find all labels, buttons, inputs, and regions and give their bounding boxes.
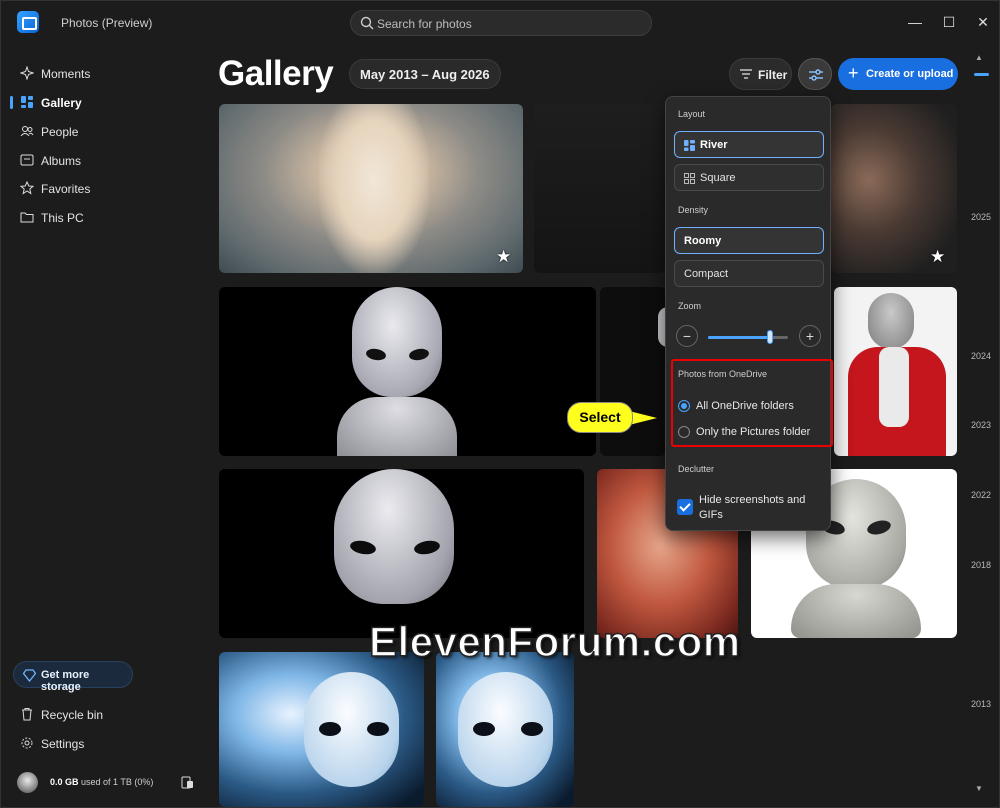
sidebar-item-label: Albums <box>41 154 82 168</box>
density-compact-option[interactable]: Compact <box>674 260 824 287</box>
timeline-year[interactable]: 2018 <box>971 560 991 570</box>
zoom-slider-thumb[interactable] <box>767 330 774 344</box>
usage-amount: 0.0 GB <box>50 777 79 787</box>
get-more-storage-button[interactable]: Get more storage <box>13 661 133 693</box>
maximize-button[interactable]: ☐ <box>939 12 959 32</box>
select-callout: Select <box>567 402 633 433</box>
minimize-button[interactable]: — <box>905 12 925 32</box>
trash-icon <box>22 708 32 721</box>
sidebar-item-label: Gallery <box>41 96 82 110</box>
search-box[interactable]: Search for photos <box>350 10 652 36</box>
option-label: Square <box>700 172 736 184</box>
timeline-down-icon[interactable]: ▼ <box>975 784 983 793</box>
sidebar-item-this-pc[interactable]: This PC <box>11 204 201 230</box>
gallery-icon <box>21 96 33 108</box>
layout-heading: Layout <box>678 109 706 119</box>
sidebar-item-gallery[interactable]: Gallery <box>10 89 201 115</box>
create-or-upload-button[interactable]: + Create or upload <box>838 58 958 90</box>
option-label: River <box>700 139 728 151</box>
sidebar-item-favorites[interactable]: Favorites <box>11 175 201 201</box>
density-heading: Density <box>678 205 709 215</box>
search-placeholder: Search for photos <box>377 17 472 31</box>
radio-label[interactable]: Only the Pictures folder <box>696 426 810 438</box>
usage-rest: used of 1 TB (0%) <box>78 777 154 787</box>
filter-label: Filter <box>758 68 788 82</box>
photo-tile[interactable] <box>219 469 584 638</box>
diamond-icon <box>23 669 36 682</box>
filter-icon <box>740 69 752 79</box>
sliders-icon <box>809 69 823 81</box>
folder-icon <box>20 212 34 223</box>
timeline-year[interactable]: 2013 <box>971 699 991 709</box>
timeline-year[interactable]: 2022 <box>971 490 991 500</box>
zoom-in-button[interactable]: + <box>799 325 821 347</box>
photo-tile[interactable] <box>436 652 574 807</box>
zoom-out-button[interactable]: − <box>676 325 698 347</box>
favorite-star-icon[interactable]: ★ <box>930 247 945 267</box>
layout-river-option[interactable]: River <box>674 131 824 158</box>
plus-icon: + <box>848 63 859 83</box>
photos-window: Photos (Preview) Search for photos — ☐ ✕… <box>0 0 1000 808</box>
sidebar-item-label: Favorites <box>41 182 91 196</box>
timeline-position-indicator[interactable] <box>974 73 989 76</box>
hide-screenshots-checkbox[interactable] <box>677 499 693 515</box>
close-button[interactable]: ✕ <box>973 12 993 32</box>
option-label: Roomy <box>684 235 722 247</box>
star-icon <box>20 181 34 195</box>
layout-square-option[interactable]: Square <box>674 164 824 191</box>
storage-button-label: Get more storage <box>41 669 90 693</box>
onedrive-status-icon[interactable] <box>181 776 194 789</box>
declutter-heading: Declutter <box>678 464 715 474</box>
checkbox-label[interactable]: Hide screenshots and GIFs <box>699 493 819 523</box>
square-layout-icon <box>684 173 695 184</box>
people-icon <box>20 126 34 137</box>
photo-tile[interactable] <box>534 104 665 273</box>
radio-only-pictures-folder[interactable] <box>678 426 690 438</box>
photo-tile[interactable] <box>834 287 957 456</box>
storage-usage: 0.0 GB used of 1 TB (0%) <box>50 777 153 787</box>
sidebar-item-people[interactable]: People <box>11 118 201 144</box>
photo-tile[interactable]: ★ <box>219 104 523 273</box>
zoom-heading: Zoom <box>678 301 702 311</box>
moments-icon <box>20 66 34 80</box>
photos-app-icon <box>17 11 39 33</box>
river-layout-icon <box>684 140 695 151</box>
timeline-year[interactable]: 2024 <box>971 351 991 361</box>
gear-icon <box>21 737 33 749</box>
page-title: Gallery <box>218 54 334 93</box>
callout-pointer <box>629 411 657 425</box>
zoom-slider-fill <box>708 336 771 339</box>
sidebar-item-moments[interactable]: Moments <box>11 60 201 86</box>
sidebar-item-settings[interactable]: Settings <box>11 730 201 756</box>
create-label: Create or upload <box>866 68 954 80</box>
photo-tile[interactable] <box>219 652 424 807</box>
radio-label[interactable]: All OneDrive folders <box>696 400 794 412</box>
zoom-slider[interactable] <box>708 330 788 344</box>
timeline-year[interactable]: 2025 <box>971 212 991 222</box>
timeline-up-icon[interactable]: ▲ <box>975 53 983 62</box>
filter-button[interactable]: Filter <box>729 58 792 90</box>
sidebar-item-label: Settings <box>41 737 85 751</box>
sidebar-item-albums[interactable]: Albums <box>11 147 201 173</box>
sidebar-item-label: People <box>41 125 79 139</box>
search-icon <box>360 16 374 30</box>
sidebar-item-label: Moments <box>41 67 91 81</box>
radio-all-onedrive-folders[interactable] <box>678 400 690 412</box>
view-options-flyout: Layout River Square Density Roomy Compac… <box>665 96 831 531</box>
photo-tile[interactable] <box>219 287 596 456</box>
date-range-button[interactable]: May 2013 – Aug 2026 <box>349 59 501 89</box>
density-roomy-option[interactable]: Roomy <box>674 227 824 254</box>
option-label: Compact <box>684 268 729 280</box>
sidebar-item-recycle-bin[interactable]: Recycle bin <box>11 701 201 727</box>
watermark: ElevenForum.com <box>368 617 741 666</box>
albums-icon <box>20 154 34 166</box>
favorite-star-icon[interactable]: ★ <box>496 247 511 267</box>
view-options-button[interactable] <box>798 58 832 90</box>
avatar[interactable] <box>17 772 38 793</box>
app-title: Photos (Preview) <box>61 16 153 30</box>
sidebar-item-label: This PC <box>41 211 84 225</box>
photo-tile[interactable]: ★ <box>831 104 957 273</box>
sidebar-item-label: Recycle bin <box>41 708 104 722</box>
timeline-year[interactable]: 2023 <box>971 420 991 430</box>
